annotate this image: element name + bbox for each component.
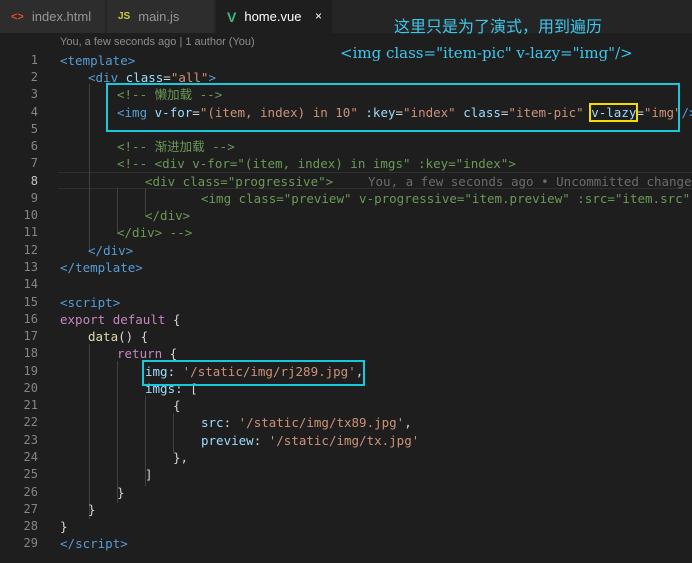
line-number: 22 (23, 415, 38, 429)
line-number: 7 (30, 156, 38, 170)
line-number: 18 (23, 346, 38, 360)
code-line: <!-- 渐进加载 --> (117, 139, 235, 154)
code-line: src: '/static/img/tx89.jpg', (201, 415, 412, 430)
code-line: export default { (60, 312, 181, 327)
line-number: 6 (30, 139, 38, 153)
line-number: 1 (30, 53, 38, 67)
code-line: </div> (88, 243, 134, 258)
code-line: } (117, 485, 125, 500)
code-line: }, (173, 450, 189, 465)
code-line: </template> (60, 260, 143, 275)
indent-guide (89, 344, 90, 519)
indent-guide (117, 361, 118, 503)
code-line: </div> (145, 208, 191, 223)
line-number: 25 (23, 467, 38, 481)
code-line: </div> --> (117, 225, 193, 240)
line-number: 24 (23, 450, 38, 464)
code-line: } (60, 519, 68, 534)
code-line: data() { (88, 329, 149, 344)
code-line-current: <div class="progressive"> (145, 174, 334, 189)
code-line: ] (145, 467, 153, 482)
inline-blame-annotation: You, a few seconds ago • Uncommitted cha… (368, 174, 692, 189)
code-line: <img class="preview" v-progressive="item… (201, 191, 692, 206)
tab-label: home.vue (244, 9, 302, 24)
line-number: 21 (23, 398, 38, 412)
close-tab-icon[interactable]: × (315, 9, 322, 23)
line-number: 20 (23, 381, 38, 395)
html-file-icon: <> (11, 10, 24, 23)
javascript-file-icon: JS (118, 11, 131, 22)
line-number: 15 (23, 295, 38, 309)
line-number: 4 (30, 105, 38, 119)
line-number: 23 (23, 433, 38, 447)
line-number: 5 (30, 122, 38, 136)
line-number: 27 (23, 502, 38, 516)
tab-main-js[interactable]: JS main.js (107, 0, 215, 33)
tab-label: main.js (138, 9, 180, 24)
line-number: 16 (23, 312, 38, 326)
line-number: 28 (23, 519, 38, 533)
tab-index-html[interactable]: <> index.html (0, 0, 106, 33)
git-blame-codelens[interactable]: You, a few seconds ago | 1 author (You) (60, 36, 255, 48)
line-number: 29 (23, 536, 38, 550)
line-number: 26 (23, 485, 38, 499)
tab-home-vue[interactable]: V home.vue × (216, 0, 333, 33)
indent-guide (89, 84, 90, 252)
line-number: 12 (23, 243, 38, 257)
line-number: 14 (23, 277, 38, 291)
line-number-current: 8 (30, 174, 38, 188)
img-property-highlight-box (142, 360, 365, 386)
lazy-load-highlight-box (106, 83, 680, 132)
code-line: preview: '/static/img/tx.jpg' (201, 433, 420, 448)
line-number: 11 (23, 225, 38, 239)
code-line: </script> (60, 536, 128, 551)
annotation-note: 这里只是为了演式，用到遍历 (394, 17, 603, 36)
line-number: 9 (30, 191, 38, 205)
indent-guide (173, 413, 174, 453)
code-line: <script> (60, 295, 121, 310)
code-line: <template> (60, 53, 136, 68)
code-line: { (173, 398, 181, 413)
code-line: } (88, 502, 96, 517)
line-number: 13 (23, 260, 38, 274)
code-line: <!-- <div v-for="(item, index) in imgs" … (117, 156, 516, 171)
line-number: 19 (23, 364, 38, 378)
line-number: 10 (23, 208, 38, 222)
vue-file-icon: V (227, 8, 237, 25)
line-number: 17 (23, 329, 38, 343)
line-number: 2 (30, 70, 38, 84)
line-number: 3 (30, 87, 38, 101)
tab-label: index.html (31, 9, 92, 24)
annotation-snippet: <img class="item-pic" v-lazy="img"/> (340, 44, 633, 62)
